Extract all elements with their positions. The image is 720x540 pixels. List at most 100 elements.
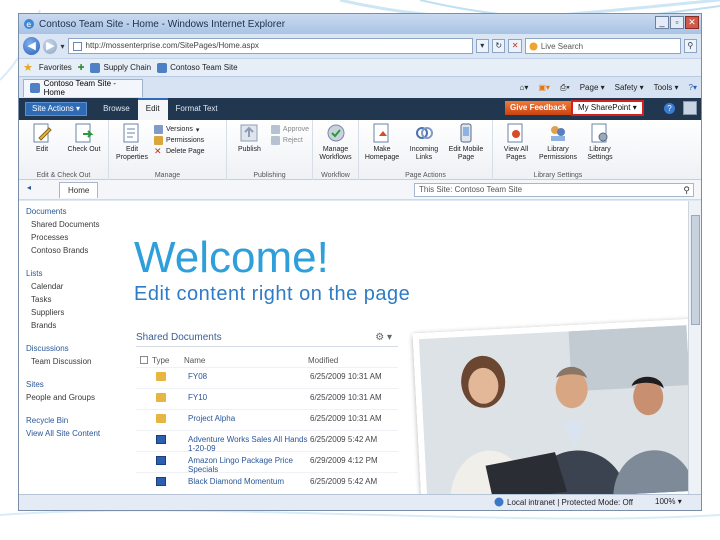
workflow-icon <box>327 124 344 142</box>
view-all-pages-icon <box>507 123 523 143</box>
document-name-link[interactable]: Adventure Works Sales All Hands 1-20-09 <box>188 435 310 453</box>
search-icon[interactable]: ⚲ <box>683 184 690 196</box>
nav-back-icon[interactable]: ◂ <box>27 183 31 192</box>
help-icon[interactable]: ?▾ <box>689 83 697 92</box>
tab-label: Contoso Team Site - Home <box>43 79 116 97</box>
restore-button[interactable]: ▫ <box>670 16 684 29</box>
ql-item[interactable]: Shared Documents <box>31 220 122 229</box>
permissions-button[interactable]: Permissions <box>154 136 205 145</box>
browser-tab[interactable]: Contoso Team Site - Home <box>23 78 143 97</box>
tab-browse[interactable]: Browse <box>95 98 138 120</box>
vertical-scrollbar[interactable] <box>688 201 701 496</box>
security-zone[interactable]: Local intranet | Protected Mode: Off <box>494 497 633 507</box>
group-page-actions: Make Homepage Incoming Links Edit Mobile… <box>359 120 493 180</box>
add-favorite-icon[interactable]: ✚ <box>78 63 85 72</box>
webpart-title[interactable]: Shared Documents <box>136 332 222 343</box>
home-icon[interactable]: ⌂▾ <box>520 83 529 92</box>
scrollbar-thumb[interactable] <box>691 215 700 325</box>
site-actions-menu[interactable]: Site Actions ▾ <box>25 102 88 116</box>
favorite-item-contoso[interactable]: Contoso Team Site <box>157 62 238 73</box>
reject-button[interactable]: Reject <box>270 136 309 145</box>
edit-properties-icon <box>123 123 139 143</box>
quick-launch: Documents Shared Documents Processes Con… <box>19 201 122 496</box>
table-row[interactable]: Amazon Lingo Package Price Specials 6/29/… <box>136 451 398 474</box>
view-all-content-link[interactable]: View All Site Content <box>26 429 122 438</box>
address-dropdown-icon[interactable]: ▾ <box>475 39 489 53</box>
tab-format-text[interactable]: Format Text <box>168 98 226 120</box>
document-modified: 6/25/2009 5:42 AM <box>310 435 378 444</box>
table-row[interactable]: FY08 6/25/2009 10:31 AM <box>136 367 398 388</box>
ql-item[interactable]: Calendar <box>31 282 122 291</box>
document-name-link[interactable]: FY10 <box>188 393 310 402</box>
ql-item[interactable]: Contoso Brands <box>31 246 122 255</box>
col-modified[interactable]: Modified <box>308 356 338 365</box>
ql-heading-discussions[interactable]: Discussions <box>26 344 122 353</box>
search-go-icon[interactable]: ⚲ <box>683 39 698 53</box>
team-photo <box>412 318 701 510</box>
refresh-icon[interactable]: ↻ <box>491 39 506 53</box>
command-bar: ⌂▾ ▣▾ ⎙▾ Page ▾ Safety ▾ Tools ▾ ?▾ <box>520 83 697 93</box>
table-row[interactable]: Adventure Works Sales All Hands 1-20-09 6… <box>136 430 398 453</box>
recycle-bin-link[interactable]: Recycle Bin <box>26 416 122 425</box>
table-row[interactable]: FY10 6/25/2009 10:31 AM <box>136 388 398 409</box>
back-button[interactable]: ◀ <box>23 37 41 55</box>
site-search-input[interactable]: This Site: Contoso Team Site ⚲ <box>414 183 694 197</box>
live-search-input[interactable]: Live Search <box>524 38 681 54</box>
delete-page-button[interactable]: ✕ Delete Page <box>154 147 205 156</box>
document-name-link[interactable]: Project Alpha <box>188 414 310 423</box>
document-modified: 6/29/2009 4:12 PM <box>310 456 378 465</box>
ql-item[interactable]: Team Discussion <box>31 357 122 366</box>
versions-button[interactable]: Versions ▾ <box>154 125 205 134</box>
tab-edit[interactable]: Edit <box>137 98 168 120</box>
zoom-level[interactable]: 100% ▾ <box>655 497 682 506</box>
document-name-link[interactable]: FY08 <box>188 372 310 381</box>
ql-heading-documents[interactable]: Documents <box>26 207 122 216</box>
give-feedback-button[interactable]: Give Feedback <box>505 101 572 115</box>
document-name-link[interactable]: Amazon Lingo Package Price Specials <box>188 456 310 474</box>
forward-button[interactable]: ▶ <box>43 38 58 54</box>
ql-item[interactable]: Brands <box>31 321 122 330</box>
table-row[interactable]: Black Diamond Momentum 6/25/2009 5:42 AM <box>136 472 398 493</box>
tools-menu[interactable]: Tools ▾ <box>654 83 679 92</box>
approve-button[interactable]: Approve <box>270 125 309 134</box>
favorites-star-icon[interactable]: ★ <box>23 61 33 74</box>
user-avatar-icon[interactable] <box>683 101 697 115</box>
stop-icon[interactable]: ✕ <box>508 39 522 53</box>
webpart-menu-icon[interactable]: ⚙ ▾ <box>375 329 392 347</box>
history-dropdown-icon[interactable]: ▾ <box>60 42 64 51</box>
team-photo-image <box>418 325 696 505</box>
ql-item[interactable]: Suppliers <box>31 308 122 317</box>
page-menu[interactable]: Page ▾ <box>580 83 605 92</box>
col-type[interactable]: Type <box>152 356 184 365</box>
group-label: Publishing <box>253 172 286 179</box>
mobile-page-icon <box>460 123 472 143</box>
check-out-icon <box>75 123 94 143</box>
favorites-label[interactable]: Favorites <box>39 63 72 72</box>
group-label: Library Settings <box>533 172 583 179</box>
document-name-link[interactable]: Black Diamond Momentum <box>188 477 310 486</box>
live-search-icon <box>529 42 538 50</box>
select-all-checkbox[interactable] <box>140 356 148 364</box>
address-field[interactable]: http://mossenterprise.com/SitePages/Home… <box>67 38 473 54</box>
safety-menu[interactable]: Safety ▾ <box>615 83 644 92</box>
intranet-zone-icon <box>494 497 504 507</box>
close-button[interactable]: ✕ <box>685 16 699 29</box>
group-label: Edit & Check Out <box>36 172 91 179</box>
col-name[interactable]: Name <box>184 356 308 365</box>
minimize-button[interactable]: _ <box>655 16 669 29</box>
ql-item[interactable]: People and Groups <box>26 393 122 402</box>
ql-item[interactable]: Processes <box>31 233 122 242</box>
sp-help-icon[interactable]: ? <box>664 103 675 114</box>
my-sharepoint-menu[interactable]: My SharePoint ▾ <box>571 100 644 116</box>
feeds-icon[interactable]: ▣▾ <box>538 83 550 92</box>
address-url: http://mossenterprise.com/SitePages/Home… <box>85 41 259 50</box>
print-icon[interactable]: ⎙▾ <box>560 83 570 93</box>
favorite-item-supply-chain[interactable]: Supply Chain <box>90 62 151 73</box>
ql-heading-lists[interactable]: Lists <box>26 269 122 278</box>
tab-home[interactable]: Home <box>59 181 99 198</box>
favorite-page-icon <box>157 62 168 73</box>
group-manage: Edit Properties Versions ▾ Permissions ✕… <box>109 120 227 180</box>
table-row[interactable]: Project Alpha 6/25/2009 10:31 AM <box>136 409 398 430</box>
ql-item[interactable]: Tasks <box>31 295 122 304</box>
ql-heading-sites[interactable]: Sites <box>26 380 122 389</box>
